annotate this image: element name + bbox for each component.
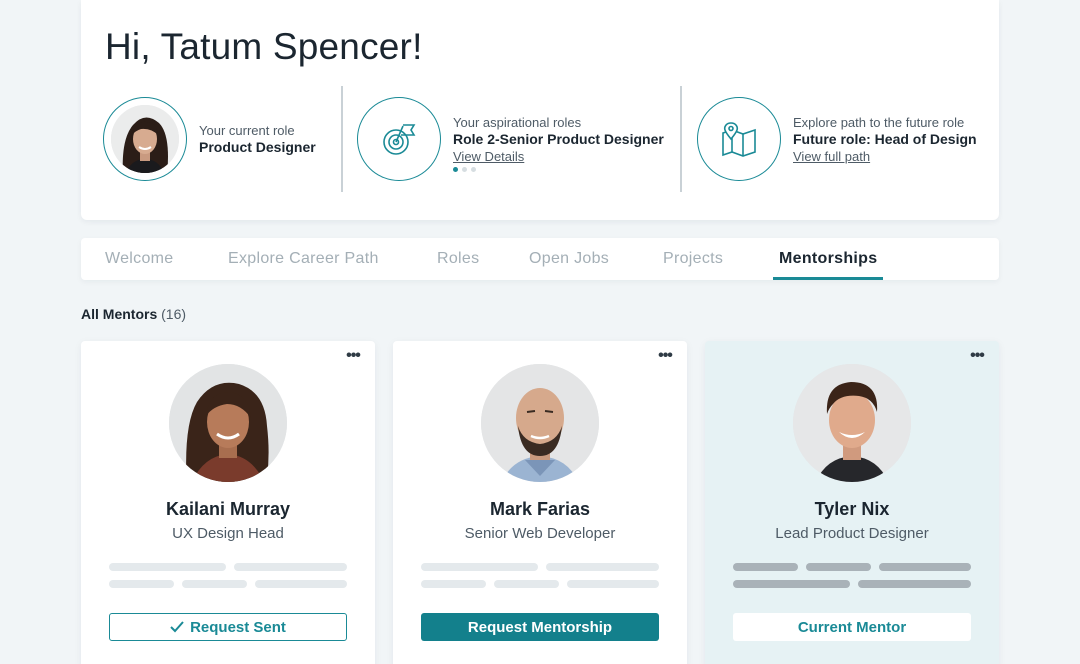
current-role-title: Product Designer — [199, 139, 316, 155]
mentor-photo — [169, 364, 287, 482]
placeholder-line — [806, 563, 871, 571]
mentor-name: Kailani Murray — [165, 499, 291, 519]
request-mentorship-button[interactable]: Request Mentorship — [421, 613, 659, 641]
more-options-icon[interactable]: ••• — [967, 348, 987, 364]
mentor-name: Mark Farias — [489, 499, 591, 519]
aspirational-role-title: Role 2-Senior Product Designer — [453, 130, 664, 147]
button-label: Request Mentorship — [467, 618, 613, 636]
more-options-icon[interactable]: ••• — [343, 348, 363, 364]
tab-mentorships[interactable]: Mentorships — [772, 238, 884, 280]
current-role-caption: Your current role — [199, 123, 295, 138]
placeholder-line — [546, 563, 659, 571]
button-label: Request Sent — [190, 618, 286, 636]
tab-projects[interactable]: Projects — [663, 238, 723, 280]
carousel-dot[interactable] — [471, 167, 476, 172]
more-options-icon[interactable]: ••• — [655, 348, 675, 364]
tab-explore-career-path[interactable]: Explore Career Path — [228, 238, 379, 280]
divider — [680, 86, 682, 192]
divider — [341, 86, 343, 192]
carousel-dots — [453, 167, 476, 172]
view-details-link[interactable]: View Details — [453, 148, 664, 165]
current-mentor-button[interactable]: Current Mentor — [733, 613, 971, 641]
placeholder-line — [109, 563, 226, 571]
user-avatar-ring — [103, 97, 187, 181]
button-label: Current Mentor — [797, 618, 907, 636]
user-avatar[interactable] — [111, 105, 179, 173]
placeholder-line — [733, 580, 850, 588]
mentor-card: ••• Kailani Murray UX Design Head Reques… — [81, 341, 375, 664]
mentor-title: Lead Product Designer — [775, 525, 929, 542]
main-tabs: Welcome Explore Career Path Roles Open J… — [81, 238, 999, 280]
carousel-dot[interactable] — [453, 167, 458, 172]
tab-welcome[interactable]: Welcome — [105, 238, 174, 280]
placeholder-line — [182, 580, 247, 588]
placeholder-line — [567, 580, 659, 588]
view-full-path-link[interactable]: View full path — [793, 148, 977, 165]
mentor-card: ••• Mark Farias Senior Web Developer Req… — [393, 341, 687, 664]
placeholder-line — [255, 580, 347, 588]
all-mentors-heading: All Mentors (16) — [81, 306, 186, 322]
placeholder-line — [858, 580, 971, 588]
placeholder-line — [421, 563, 538, 571]
future-role-block: Explore path to the future role Future r… — [697, 96, 977, 182]
mentor-photo — [793, 364, 911, 482]
future-role-caption: Explore path to the future role — [793, 114, 965, 130]
greeting-title: Hi, Tatum Spencer! — [105, 26, 423, 67]
carousel-dot[interactable] — [462, 167, 467, 172]
mentor-title: Senior Web Developer — [464, 525, 616, 542]
check-icon — [170, 621, 184, 633]
target-flag-icon — [357, 97, 441, 181]
request-sent-button[interactable]: Request Sent — [109, 613, 347, 641]
welcome-card: Hi, Tatum Spencer! Your current role Pro… — [81, 0, 999, 220]
placeholder-line — [879, 563, 971, 571]
placeholder-line — [494, 580, 559, 588]
map-pin-icon — [697, 97, 781, 181]
mentor-count: (16) — [161, 306, 187, 322]
current-role-block: Your current role Product Designer — [103, 96, 316, 182]
mentor-name: Tyler Nix — [814, 499, 890, 519]
mentor-photo — [481, 364, 599, 482]
mentor-card-current: ••• Tyler Nix Lead Product Designer Curr… — [705, 341, 999, 664]
mentor-title: UX Design Head — [172, 525, 284, 542]
future-role-title: Future role: Head of Design — [793, 130, 977, 147]
tab-roles[interactable]: Roles — [437, 238, 479, 280]
aspirational-role-block: Your aspirational roles Role 2-Senior Pr… — [357, 96, 664, 182]
placeholder-line — [733, 563, 798, 571]
placeholder-line — [234, 563, 347, 571]
section-label: All Mentors — [81, 306, 158, 322]
placeholder-line — [109, 580, 174, 588]
aspirational-role-caption: Your aspirational roles — [453, 114, 582, 130]
tab-open-jobs[interactable]: Open Jobs — [529, 238, 609, 280]
placeholder-line — [421, 580, 486, 588]
